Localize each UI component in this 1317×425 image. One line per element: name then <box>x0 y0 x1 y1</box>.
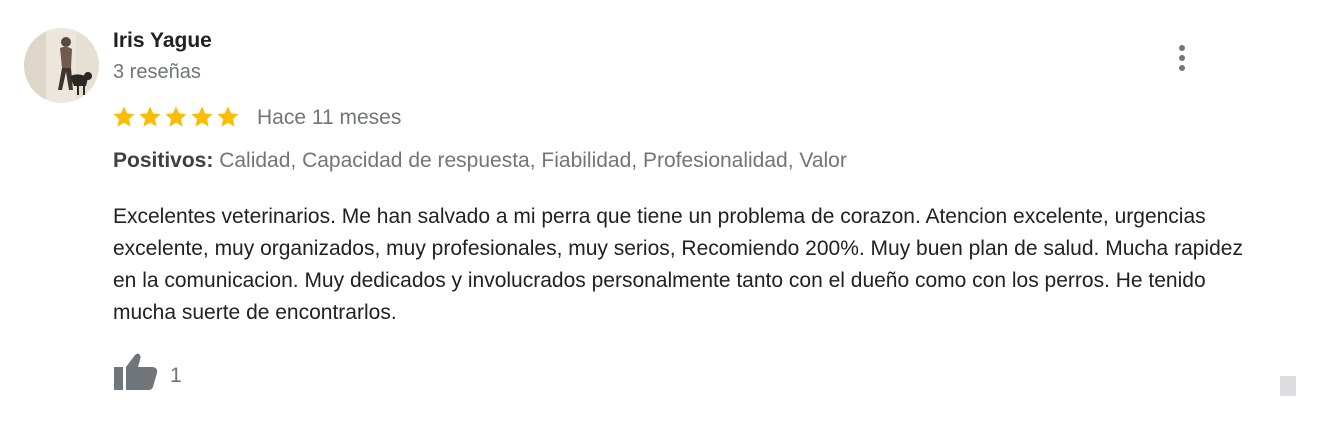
author-name[interactable]: Iris Yague <box>113 29 212 53</box>
author-review-count[interactable]: 3 reseñas <box>113 61 201 84</box>
more-vert-icon-dot <box>1179 65 1185 71</box>
star-icon <box>191 106 213 127</box>
positives-label: Positivos: <box>113 149 214 172</box>
positives-list: Calidad, Capacidad de respuesta, Fiabili… <box>213 149 847 172</box>
avatar[interactable] <box>24 28 99 103</box>
star-icon <box>165 106 187 127</box>
star-rating <box>112 105 240 129</box>
review-date: Hace 11 meses <box>257 106 402 129</box>
star-icon <box>217 106 239 127</box>
review-text: Excelentes veterinarios. Me han salvado … <box>113 205 1243 324</box>
more-vert-icon <box>1179 45 1185 51</box>
thumb-up-icon <box>114 353 158 390</box>
star-icon <box>139 106 161 127</box>
more-options-button[interactable] <box>1166 40 1198 76</box>
star-icon <box>113 106 135 127</box>
positives-line: Positivos: Calidad, Capacidad de respues… <box>113 149 847 173</box>
like-count: 1 <box>170 364 182 387</box>
like-button[interactable] <box>113 352 159 392</box>
avatar-image <box>24 28 99 103</box>
scroll-indicator[interactable] <box>1280 376 1296 396</box>
more-vert-icon-dot <box>1179 55 1185 61</box>
